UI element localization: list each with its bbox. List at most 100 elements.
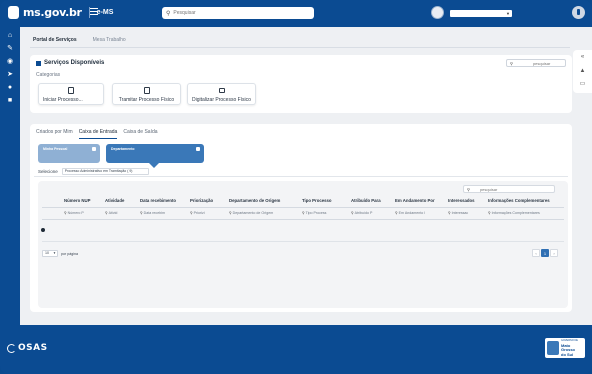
government-logo: GOVERNO DE Mato Grosso do Sul [545,338,585,358]
per-page-select[interactable]: 10 ▼ [42,250,58,257]
home-icon[interactable]: ⌂ [6,32,14,39]
filter-tipo-processo[interactable]: ⚲Tipo Process [302,211,326,215]
filter-informacoes-complementares[interactable]: ⚲Informações Complementares [488,211,540,215]
search-icon: ⚲ [64,211,67,215]
col-tipo-processo[interactable]: Tipo Processo [302,198,332,203]
organization-avatar[interactable] [431,6,444,19]
filter-row: ⚲Número P ⚲Ativid ⚲Data recebim ⚲Prioriz… [38,210,568,218]
hamburger-menu-icon[interactable] [90,8,98,15]
send-icon[interactable]: ➤ [6,71,14,78]
edit-icon[interactable]: ✎ [6,45,14,52]
osas-logo: OSAS [7,343,48,353]
users-icon [196,147,200,151]
search-icon: ⚲ [302,211,305,215]
filter-atividade-text: Ativid [108,211,118,215]
tabs-divider [30,47,570,48]
col-interessados[interactable]: Interessados [448,198,475,203]
global-search[interactable]: ⚲ [162,7,314,19]
tile-minha-pessoal-label: Minha Pessoal [43,147,68,151]
expand-row-icon[interactable] [41,228,45,232]
footer: OSAS GOVERNO DE Mato Grosso do Sul [0,325,592,374]
services-search-input[interactable] [532,60,561,66]
col-data-recebimento[interactable]: Data recebimento [140,198,176,203]
app-name: e-MS [96,9,114,16]
collapse-chevron-icon[interactable]: « [579,54,586,61]
filter-departamento-origem-text: Departamento de Origem [232,211,274,215]
filter-atribuido-para[interactable]: ⚲Atribuído P [351,211,372,215]
search-icon: ⚲ [190,211,193,215]
services-search[interactable]: ⚲ [506,59,566,67]
tile-departamento-label: Departamento [111,147,135,151]
process-table-panel: ⚲ Número NUP Atividade Data recebimento … [38,181,568,308]
tab-caixa-de-entrada[interactable]: Caixa de Entrada [78,128,118,139]
filter-departamento-origem[interactable]: ⚲Departamento de Origem [229,211,273,215]
laptop-icon [218,88,225,93]
search-icon: ⚲ [448,211,451,215]
header-divider [42,207,564,208]
col-em-andamento-por[interactable]: Em Andamento Por [395,198,435,203]
chat-icon[interactable]: ▭ [579,81,586,88]
lock-icon[interactable]: ■ [6,97,14,104]
gov-line-4: do Sul [561,351,574,357]
filter-informacoes-complementares-text: Informações Complementares [491,211,540,215]
col-atribuido-para[interactable]: Atribuído Para [351,198,381,203]
services-title-text: Serviços Disponíveis [44,60,105,66]
services-subtitle: Categorias [36,72,61,78]
filter-interessados-text: Interessac [451,211,469,215]
filter-priorizacao[interactable]: ⚲Priorizi [190,211,205,215]
start-process-button[interactable]: Iniciar Processo... [38,83,104,105]
filter-divider [42,219,564,220]
tile-departamento[interactable]: Departamento [106,144,204,168]
pagination-divider [42,241,564,242]
filter-data-recebimento-text: Data recebim [143,211,166,215]
building-icon [36,60,41,66]
tramitar-process-button[interactable]: Tramitar Processo Físico [112,83,181,105]
col-numero-nup[interactable]: Número NUP [64,198,91,203]
select-label: Selecione [38,169,58,174]
floating-side-panel: « ▲ ▭ [573,50,592,93]
col-informacoes-complementares[interactable]: Informações Complementares [488,198,550,203]
tramitar-process-label: Tramitar Processo Físico [118,97,175,103]
filter-interessados[interactable]: ⚲Interessac [448,211,468,215]
tag-icon[interactable]: ◉ [6,58,14,65]
left-sidebar: ⌂ ✎ ◉ ➤ ● ■ [0,27,20,325]
select-row: Selecione Processo Administrativo em Tra… [38,168,149,175]
filter-data-recebimento[interactable]: ⚲Data recebim [140,211,165,215]
users-icon[interactable]: ● [6,84,14,91]
tab-caixa-de-saida[interactable]: Caixa de Saída [123,128,157,139]
table-search[interactable]: ⚲ [463,185,555,193]
tab-criados-por-mim[interactable]: Criados por Mim [36,128,73,139]
digitalize-process-button[interactable]: Digitalizar Processo Físico [187,83,256,105]
filter-atribuido-para-text: Atribuído P [354,211,373,215]
filter-em-andamento-por[interactable]: ⚲Em Andamento l [395,211,425,215]
global-search-input[interactable] [173,10,294,16]
table-search-input[interactable] [479,186,550,192]
search-icon: ⚲ [166,10,171,17]
search-icon: ⚲ [395,211,398,215]
bell-icon[interactable]: ▲ [579,68,586,75]
top-bar: ms.gov.br e-MS ⚲ ▼ [0,0,592,27]
page-1-button[interactable]: 1 [541,249,549,257]
search-icon: ⚲ [488,211,491,215]
osas-mark-icon [7,343,16,353]
tile-minha-pessoal[interactable]: Minha Pessoal [38,144,100,163]
filter-numero-nup[interactable]: ⚲Número P [64,211,84,215]
user-icon [92,147,96,151]
selected-pointer [149,163,159,168]
search-icon: ⚲ [510,60,513,66]
search-icon: ⚲ [351,211,354,215]
organization-select[interactable]: ▼ [450,10,512,17]
col-priorizacao[interactable]: Priorização [190,198,213,203]
user-menu-button[interactable] [572,6,585,19]
digitalize-process-label: Digitalizar Processo Físico [192,97,251,103]
services-title: Serviços Disponíveis [36,60,104,66]
chevron-down-icon: ▼ [53,251,56,255]
osas-logo-text: OSAS [18,343,48,353]
next-page-button[interactable]: › [550,249,558,257]
process-type-select[interactable]: Processo Administrativo em Tramitação ( … [61,168,149,175]
building-icon [68,87,74,94]
previous-page-button[interactable]: ‹ [532,249,540,257]
col-departamento-origem[interactable]: Departamento de Origem [229,198,280,203]
col-atividade[interactable]: Atividade [105,198,124,203]
filter-atividade[interactable]: ⚲Ativid [105,211,117,215]
